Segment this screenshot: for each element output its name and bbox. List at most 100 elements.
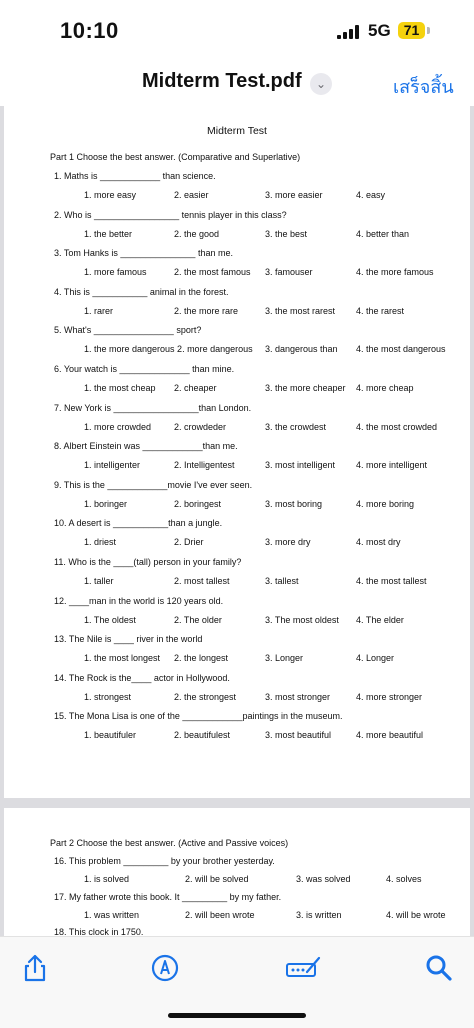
question-4-option-3: 3. the most rarest [265,305,336,316]
question-13-option-2: 2. the longest [174,653,229,664]
question-9-option-4: 4. more boring [356,498,415,509]
question-15: 15. The Mona Lisa is one of the ________… [54,711,343,722]
question-4-option-1: 1. rarer [84,305,114,316]
question-10-option-3: 3. more dry [265,537,311,548]
question-17-option-1: 1. was written [84,909,140,920]
question-4-option-4: 4. the rarest [356,305,405,316]
part1-heading: Part 1 Choose the best answer. (Comparat… [50,152,301,162]
question-2: 2. Who is _________________ tennis playe… [54,209,287,220]
question-15-option-4: 4. more beautiful [356,730,424,741]
markup-icon[interactable] [150,953,180,983]
question-13-option-4: 4. Longer [356,653,395,664]
question-4: 4. This is ___________ animal in the for… [54,286,229,297]
question-15-option-1: 1. beautifuler [84,730,137,741]
search-icon[interactable] [424,953,454,983]
question-16-option-4: 4. solves [386,874,422,884]
question-12: 12. ____man in the world is 120 years ol… [54,595,224,606]
question-3-option-1: 1. more famous [84,267,147,278]
question-10-option-1: 1. driest [84,537,117,548]
question-10: 10. A desert is ___________than a jungle… [54,518,223,529]
question-6-option-4: 4. more cheap [356,383,414,393]
question-14-option-2: 2. the strongest [174,691,237,702]
question-17-option-4: 4. will be wrote [386,909,446,920]
question-17-option-2: 2. will been wrote [185,909,255,920]
question-13: 13. The Nile is ____ river in the world [54,634,203,645]
question-16-option-2: 2. will be solved [185,874,249,884]
question-11-option-3: 3. tallest [265,576,299,586]
status-time: 10:10 [60,18,119,43]
battery-icon: 71 [398,22,425,39]
question-14-option-3: 3. most stronger [265,691,331,702]
question-17: 17. My father wrote this book. It ______… [54,891,282,902]
signal-icon [337,25,359,39]
question-3-option-3: 3. famouser [265,267,313,278]
question-6-option-1: 1. the most cheap [84,383,156,393]
question-11-option-1: 1. taller [84,576,114,586]
question-2-option-2: 2. the good [174,228,220,239]
question-2-option-4: 4. better than [356,228,410,239]
question-16-option-1: 1. is solved [84,874,130,884]
question-1-option-4: 4. easy [356,190,386,200]
question-7: 7. New York is _________________than Lon… [54,402,252,413]
question-7-option-3: 3. the crowdest [265,421,327,432]
doc-heading: Midterm Test [207,125,267,137]
pdf-page-2: Part 2 Choose the best answer. (Active a… [4,808,470,936]
question-1: 1. Maths is ____________ than science. [54,171,216,181]
question-5-option-1: 1. the more dangerous 2. more dangerous [84,344,253,355]
question-7-option-2: 2. crowdeder [174,421,227,432]
question-16-option-3: 3. was solved [296,874,351,884]
question-3: 3. Tom Hanks is _______________ than me. [54,248,233,259]
question-13-option-1: 1. the most longest [84,653,161,664]
question-16: 16. This problem _________ by your broth… [54,856,275,866]
question-14-option-1: 1. strongest [84,691,132,702]
question-2-option-3: 3. the best [265,228,308,239]
network-label: 5G [368,21,391,40]
pdf-viewer[interactable]: Midterm Test Part 1 Choose the best answ… [0,106,474,936]
share-icon[interactable] [20,953,50,983]
question-11: 11. Who is the ____(tall) person in your… [54,557,242,567]
question-9: 9. This is the ____________movie I've ev… [54,479,253,490]
question-15-option-3: 3. most beautiful [265,730,332,741]
question-1-option-2: 2. easier [174,190,209,200]
question-6-option-3: 3. the more cheaper [265,383,346,393]
question-6: 6. Your watch is ______________ than min… [54,364,235,374]
question-9-option-2: 2. boringest [174,498,222,509]
question-18: 18. This clock in 1750. [54,927,144,936]
question-9-option-3: 3. most boring [265,498,323,509]
question-8-option-4: 4. more intelligent [356,460,428,471]
question-12-option-4: 4. The elder [356,614,404,625]
question-7-option-1: 1. more crowded [84,421,152,432]
question-14: 14. The Rock is the____ actor in Hollywo… [54,672,230,683]
question-15-option-2: 2. beautifulest [174,730,231,741]
question-9-option-1: 1. boringer [84,498,128,509]
question-6-option-2: 2. cheaper [174,383,217,393]
question-5-option-3: 3. dangerous than [265,344,338,355]
status-bar: 10:10 5G 71 [0,0,474,60]
question-5: 5. What's ________________ sport? [54,325,202,336]
question-7-option-4: 4. the most crowded [356,421,438,432]
question-3-option-4: 4. the more famous [356,267,434,278]
question-5-option-4: 4. the most dangerous [356,344,446,355]
part2-heading: Part 2 Choose the best answer. (Active a… [50,838,289,848]
chevron-down-icon[interactable]: ⌄ [310,73,332,95]
question-12-option-1: 1. The oldest [84,614,136,625]
question-2-option-1: 1. the better [84,228,133,239]
home-indicator[interactable] [168,1013,306,1018]
nav-bar: Midterm Test.pdf ⌄ เสร็จสิ้น [0,60,474,106]
signature-icon[interactable] [285,953,321,983]
question-3-option-2: 2. the most famous [174,267,251,278]
question-8-option-3: 3. most intelligent [265,460,336,471]
pdf-page-1: Midterm Test Part 1 Choose the best answ… [4,106,470,798]
question-10-option-4: 4. most dry [356,537,401,548]
document-title[interactable]: Midterm Test.pdf [142,70,302,93]
done-button[interactable]: เสร็จสิ้น [393,72,454,101]
question-1-option-3: 3. more easier [265,190,323,200]
question-8-option-1: 1. intelligenter [84,460,141,471]
question-8-option-2: 2. Intelligentest [174,460,235,471]
question-10-option-2: 2. Drier [174,537,204,548]
question-11-option-2: 2. most tallest [174,576,230,586]
battery-cap [427,27,430,34]
question-12-option-2: 2. The older [174,614,222,625]
question-4-option-2: 2. the more rare [174,305,239,316]
question-8: 8. Albert Einstein was ____________than … [54,441,238,452]
